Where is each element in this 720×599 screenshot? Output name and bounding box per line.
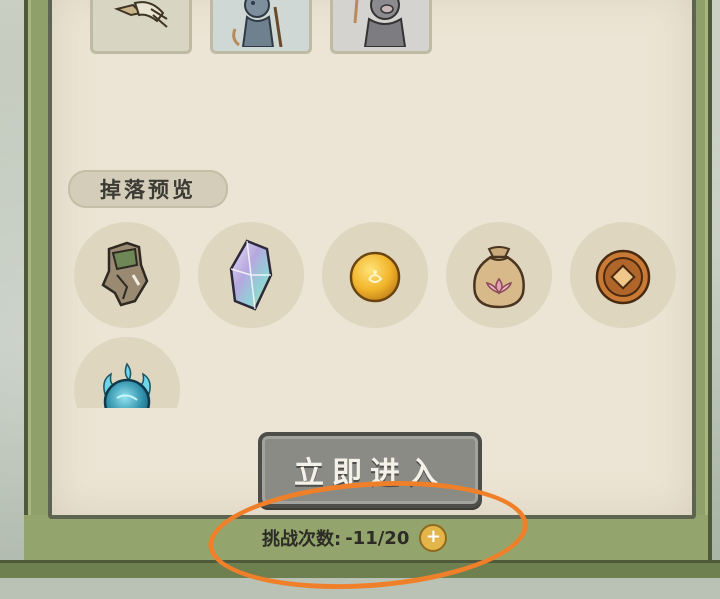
lotus-pouch-icon xyxy=(473,246,525,309)
gold-orb-icon xyxy=(349,251,401,303)
drop-item-slot-clip xyxy=(70,335,182,408)
copper-coin-icon xyxy=(595,249,651,305)
enter-now-label: 立即进入 xyxy=(294,456,446,491)
drop-item-slot[interactable] xyxy=(570,222,676,328)
boar-archer-icon xyxy=(232,0,283,47)
enemy-card[interactable] xyxy=(210,0,312,54)
drop-preview-tab: 掉落预览 xyxy=(68,170,228,208)
drop-item-slot[interactable] xyxy=(198,222,304,328)
rock-shard-icon xyxy=(101,241,149,307)
plus-icon[interactable]: + xyxy=(419,524,448,552)
challenge-count: 挑战次数: -11/20 + xyxy=(262,522,448,554)
drop-item-slot[interactable] xyxy=(446,222,552,328)
enemy-card[interactable] xyxy=(330,0,432,54)
crystal-icon xyxy=(229,239,273,311)
drop-item-slot[interactable] xyxy=(322,222,428,328)
drop-item-slot[interactable] xyxy=(74,337,180,408)
drop-preview-title: 掉落预览 xyxy=(100,178,196,202)
drop-item-slot[interactable] xyxy=(74,222,180,328)
enemy-card[interactable] xyxy=(90,0,192,54)
boar-warrior-icon xyxy=(353,0,407,47)
bottom-edge xyxy=(0,560,720,578)
challenge-count-value: -11/20 xyxy=(345,527,410,549)
spirit-orb-icon xyxy=(103,362,151,408)
challenge-count-label: 挑战次数: xyxy=(262,529,342,550)
enter-now-button[interactable]: 立即进入 xyxy=(258,432,482,508)
bird-monster-icon xyxy=(113,1,168,28)
